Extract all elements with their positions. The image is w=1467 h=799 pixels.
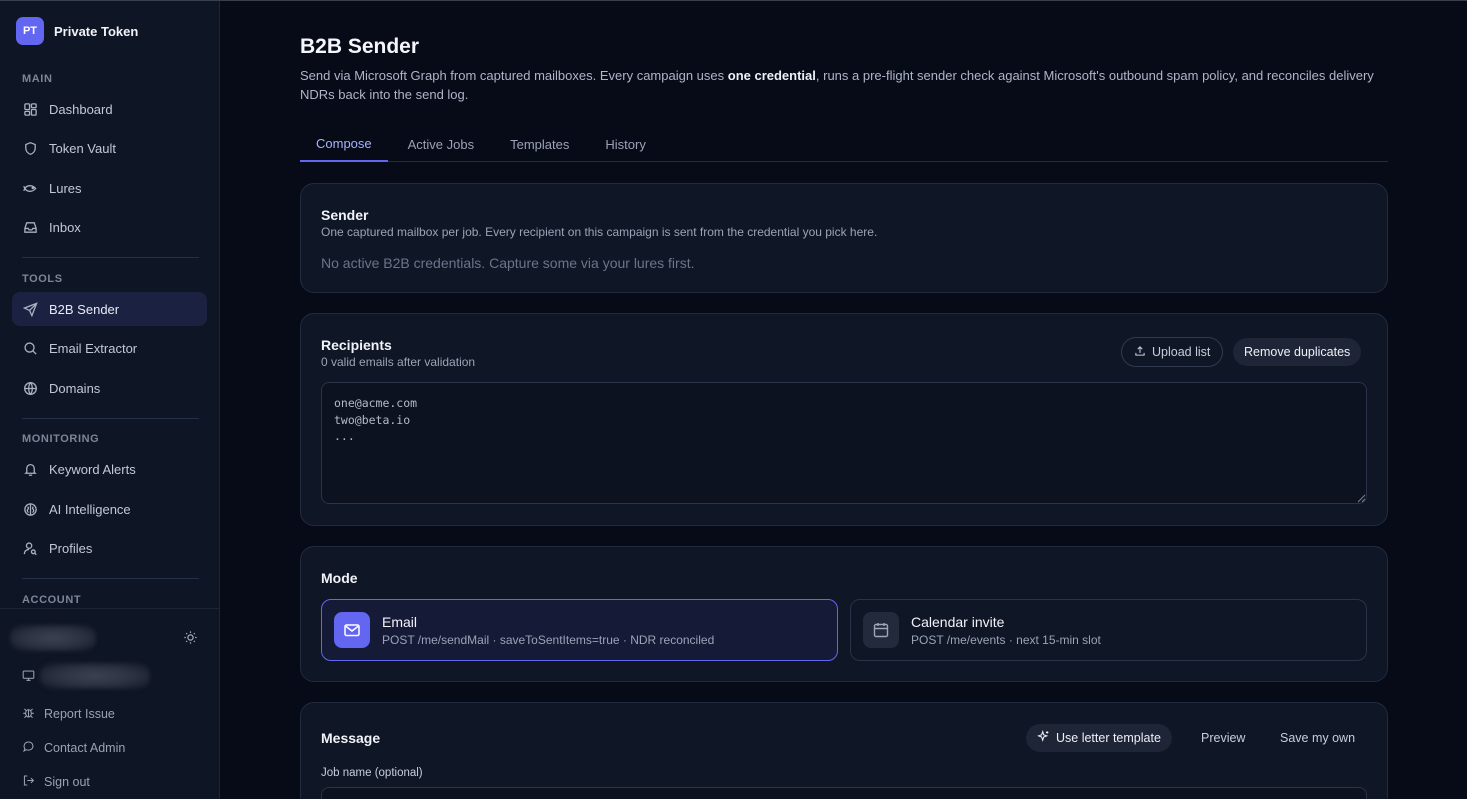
globe-icon [22,380,38,396]
window-top-border [0,0,1467,1]
page-title: B2B Sender [300,35,420,58]
report-issue-link[interactable]: Report Issue [22,706,115,722]
contact-admin-link[interactable]: Contact Admin [22,740,125,756]
sidebar-item-label: B2B Sender [49,301,120,317]
sidebar-item-label: Lures [49,180,82,196]
device-name-redacted [40,663,150,689]
sidebar-item-label: Email Extractor [49,340,138,356]
search-icon [22,340,38,356]
upload-icon [1134,345,1146,360]
calendar-icon [863,612,899,648]
sign-out-label: Sign out [44,775,90,789]
use-letter-template-label: Use letter template [1056,731,1161,745]
mode-option-calendar-invite[interactable]: Calendar invite POST /me/events · next 1… [850,599,1367,661]
section-label-monitoring: MONITORING [22,433,100,445]
monitor-icon [22,669,35,687]
mode-option-desc: POST /me/events · next 15-min slot [911,632,1101,647]
send-icon [22,301,38,317]
brain-icon [22,501,38,517]
page-description: Send via Microsoft Graph from captured m… [300,66,1390,104]
dashboard-icon [22,101,38,117]
sidebar-item-keyword-alerts[interactable]: Keyword Alerts [12,452,207,486]
message-card: Message Use letter template Preview Save… [300,702,1388,799]
section-label-main: MAIN [22,73,53,85]
sidebar-item-dashboard[interactable]: Dashboard [12,92,207,126]
message-title: Message [321,730,381,746]
sidebar-item-label: Dashboard [49,101,113,117]
section-label-account: ACCOUNT [22,594,82,606]
sidebar-item-b2b-sender[interactable]: B2B Sender [12,292,207,326]
contact-admin-label: Contact Admin [44,741,126,755]
sidebar: PT Private Token MAIN Dashboard Token Va… [0,1,220,799]
sign-out-icon [22,774,35,790]
inbox-icon [22,219,38,235]
sidebar-item-label: AI Intelligence [49,501,131,517]
sidebar-item-label: Profiles [49,540,93,556]
section-label-tools: TOOLS [22,273,63,285]
fish-icon [22,180,38,196]
sidebar-divider [22,418,199,419]
remove-duplicates-button[interactable]: Remove duplicates [1233,338,1362,366]
mode-option-name: Calendar invite [911,613,1005,630]
sender-title: Sender [321,207,369,223]
theme-toggle-sun-icon[interactable] [183,630,199,646]
sidebar-footer-border [0,608,219,609]
sidebar-item-label: Keyword Alerts [49,461,136,477]
recipients-title: Recipients [321,337,392,353]
recipients-count: 0 valid emails after validation [321,355,476,369]
user-search-icon [22,540,38,556]
sidebar-item-ai-intelligence[interactable]: AI Intelligence [12,492,207,526]
mode-option-email[interactable]: Email POST /me/sendMail · saveToSentItem… [321,599,838,661]
sidebar-divider [22,578,199,579]
mode-title: Mode [321,570,358,586]
sparkles-icon [1037,729,1050,746]
mail-icon [334,612,370,648]
sender-empty-state: No active B2B credentials. Capture some … [321,255,695,271]
tab-history[interactable]: History [587,126,661,162]
tab-active-jobs[interactable]: Active Jobs [388,126,492,162]
mode-option-name: Email [382,613,418,630]
sender-card: Sender One captured mailbox per job. Eve… [300,183,1388,293]
sidebar-item-inbox[interactable]: Inbox [12,210,207,244]
shield-icon [22,140,38,156]
use-letter-template-button[interactable]: Use letter template [1026,724,1172,752]
sender-subtitle: One captured mailbox per job. Every reci… [321,225,878,239]
mode-option-desc: POST /me/sendMail · saveToSentItems=true… [382,632,715,647]
sidebar-item-label: Token Vault [49,140,116,156]
save-my-own-button[interactable]: Save my own [1280,724,1355,752]
sidebar-item-lures[interactable]: Lures [12,171,207,205]
upload-list-button[interactable]: Upload list [1121,337,1224,367]
brand[interactable]: PT Private Token [16,17,138,45]
brand-name: Private Token [54,23,139,39]
sidebar-item-profiles[interactable]: Profiles [12,531,207,565]
job-name-input[interactable] [321,787,1367,799]
sidebar-item-email-extractor[interactable]: Email Extractor [12,331,207,365]
tab-compose[interactable]: Compose [300,126,388,162]
sidebar-item-domains[interactable]: Domains [12,371,207,405]
sidebar-item-token-vault[interactable]: Token Vault [12,131,207,165]
page-description-emphasis: one credential [727,68,816,83]
upload-list-label: Upload list [1152,345,1211,359]
bug-icon [22,706,35,722]
recipients-textarea[interactable]: one@acme.com two@beta.io ... [321,382,1367,504]
tab-bar: Compose Active Jobs Templates History [300,126,1388,162]
page-description-text: Send via Microsoft Graph from captured m… [300,68,728,83]
job-name-label: Job name (optional) [321,767,423,779]
sign-out-link[interactable]: Sign out [22,774,90,790]
resize-grip-icon[interactable] [1357,494,1366,503]
recipients-card: Recipients 0 valid emails after validati… [300,313,1388,526]
sidebar-item-label: Inbox [49,219,81,235]
chat-icon [22,740,35,756]
tab-templates[interactable]: Templates [492,126,587,162]
bell-icon [22,461,38,477]
report-issue-label: Report Issue [44,707,115,721]
user-avatar-redacted[interactable] [10,625,96,651]
sidebar-item-label: Domains [49,380,101,396]
brand-logo: PT [16,17,44,45]
preview-button[interactable]: Preview [1201,724,1245,752]
sidebar-divider [22,257,199,258]
mode-card: Mode Email POST /me/sendMail · saveToSen… [300,546,1388,682]
